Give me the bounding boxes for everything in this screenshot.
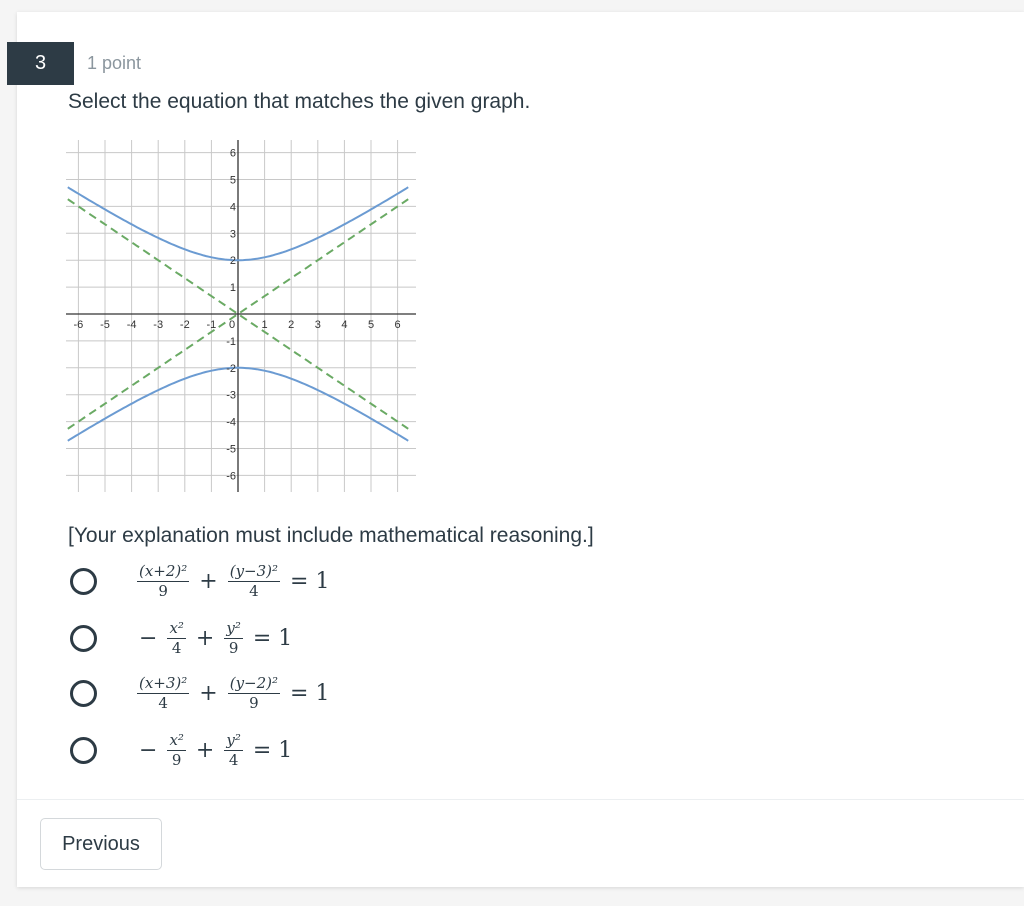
operator: + <box>199 680 218 706</box>
x-tick-label: -4 <box>127 319 137 331</box>
numerator: (y−3)² <box>227 562 281 582</box>
y-tick-label: 4 <box>230 201 236 213</box>
x-tick-label: -5 <box>100 319 110 331</box>
y-tick-label: 5 <box>230 175 236 187</box>
radio-button[interactable] <box>70 567 97 595</box>
x-tick-label: -6 <box>74 319 84 331</box>
x-tick-label: -2 <box>180 319 190 331</box>
operator: = 1 <box>290 680 330 706</box>
numerator: (x+2)² <box>137 562 190 582</box>
y-tick-label: 1 <box>230 282 236 294</box>
y-tick-label: 6 <box>230 148 236 160</box>
answer-option[interactable]: (x+2)² 9 + (y−3)² 4 = 1 <box>70 563 335 599</box>
fraction: x² 9 <box>167 731 186 769</box>
operator: + <box>195 737 215 763</box>
radio-button[interactable] <box>70 736 97 764</box>
answer-option[interactable]: − x² 9 + y² 4 = 1 <box>70 732 298 768</box>
operator: = 1 <box>290 568 330 594</box>
operator: + <box>195 625 215 651</box>
x-tick-label: 0 <box>229 319 235 331</box>
numerator: (x+3)² <box>137 674 190 694</box>
y-tick-label: -6 <box>226 470 236 482</box>
y-tick-label: -5 <box>226 444 236 456</box>
operator: − <box>139 737 158 763</box>
x-tick-label: 5 <box>368 319 374 331</box>
equation: − x² 9 + y² 4 = 1 <box>133 732 298 768</box>
numerator: x² <box>167 731 186 751</box>
question-number: 3 <box>7 42 74 85</box>
radio-button[interactable] <box>70 679 97 707</box>
x-tick-label: -3 <box>153 319 163 331</box>
y-tick-label: -2 <box>226 363 236 375</box>
numerator: x² <box>167 619 186 639</box>
x-tick-label: 3 <box>315 319 321 331</box>
question-points: 1 point <box>87 53 142 73</box>
fraction: y² 9 <box>224 620 243 656</box>
x-tick-label: 6 <box>395 319 401 331</box>
hyperbola-graph: -6 -5 -4 -3 -2 -1 0 1 2 3 4 5 6 6 5 4 3 2 1 -1 -2 -3 -4 -5 -6 <box>66 140 416 492</box>
numerator: (y−2)² <box>227 674 281 694</box>
previous-button[interactable]: Previous <box>40 818 162 870</box>
denominator: 4 <box>171 638 182 657</box>
operator: = 1 <box>252 625 293 651</box>
denominator: 9 <box>158 581 168 600</box>
x-tick-label: -1 <box>207 319 217 331</box>
operator: − <box>139 625 158 651</box>
denominator: 9 <box>171 750 182 769</box>
radio-button[interactable] <box>70 624 97 652</box>
operator: + <box>199 568 218 594</box>
y-tick-label: -1 <box>226 336 236 348</box>
denominator: 9 <box>249 693 259 712</box>
denominator: 4 <box>158 693 168 712</box>
equation: − x² 4 + y² 9 = 1 <box>133 620 298 656</box>
footer-divider <box>17 799 1024 800</box>
denominator: 4 <box>228 750 239 769</box>
operator: = 1 <box>252 737 293 763</box>
fraction: (y−2)² 9 <box>227 674 281 712</box>
numerator: y² <box>224 619 243 639</box>
explanation-note: [Your explanation must include mathemati… <box>68 524 594 547</box>
denominator: 9 <box>228 638 239 657</box>
fraction: (x+2)² 9 <box>137 562 190 600</box>
equation: (x+2)² 9 + (y−3)² 4 = 1 <box>133 563 335 599</box>
x-tick-label: 4 <box>341 319 347 331</box>
fraction: (x+3)² 4 <box>137 674 190 712</box>
x-tick-label: 2 <box>288 319 294 331</box>
x-tick-label: 1 <box>262 319 268 331</box>
denominator: 4 <box>249 581 259 600</box>
answer-option[interactable]: − x² 4 + y² 9 = 1 <box>70 620 298 656</box>
y-tick-label: 3 <box>230 228 236 240</box>
y-tick-label: -4 <box>226 417 236 429</box>
fraction: x² 4 <box>167 619 186 657</box>
equation: (x+3)² 4 + (y−2)² 9 = 1 <box>133 675 335 711</box>
fraction: y² 4 <box>224 732 243 768</box>
y-tick-label: -3 <box>226 390 236 402</box>
answer-option[interactable]: (x+3)² 4 + (y−2)² 9 = 1 <box>70 675 335 711</box>
question-prompt: Select the equation that matches the giv… <box>68 90 531 113</box>
fraction: (y−3)² 4 <box>227 562 281 600</box>
numerator: y² <box>224 731 243 751</box>
y-tick-label: 2 <box>230 255 236 267</box>
